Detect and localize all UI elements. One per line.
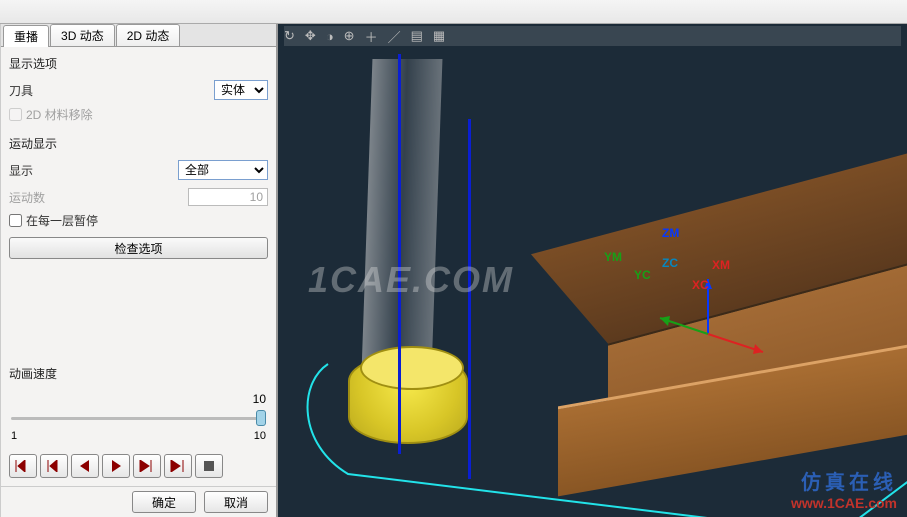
check-options-button[interactable]: 检查选项 bbox=[9, 237, 268, 259]
prev-icon bbox=[79, 460, 91, 472]
vt-icon: ＋ bbox=[365, 27, 378, 46]
axis-triad: ZM ZC YM YC XC XM bbox=[648, 274, 788, 377]
motion-count-label: 运动数 bbox=[9, 189, 45, 206]
watermark-right: 仿真在线 www.1CAE.com bbox=[791, 466, 897, 511]
axis-yc-label: YC bbox=[634, 268, 651, 282]
show-label: 显示 bbox=[9, 162, 33, 179]
tool-label: 刀具 bbox=[9, 82, 33, 99]
tab-3d-dynamic[interactable]: 3D 动态 bbox=[50, 24, 115, 46]
tab-replay[interactable]: 重播 bbox=[3, 25, 49, 47]
material-remove-2d-checkbox bbox=[9, 108, 22, 121]
anim-speed-title: 动画速度 bbox=[9, 363, 268, 384]
speed-top-value: 10 bbox=[253, 392, 266, 406]
stop-icon bbox=[204, 461, 214, 471]
3d-viewport[interactable]: ↻ ✥ ◑ ⊕ ＋ ／ ▤ ▦ bbox=[278, 24, 907, 517]
axis-ym-label: YM bbox=[604, 250, 622, 264]
watermark-center: 1CAE.COM bbox=[308, 259, 514, 301]
replay-panel: 重播 3D 动态 2D 动态 显示选项 刀具 实体 2D 材料移除 运动显示 bbox=[0, 24, 278, 517]
panel-tabs: 重播 3D 动态 2D 动态 bbox=[1, 24, 276, 46]
prev-key-icon bbox=[46, 460, 62, 472]
motion-count-input bbox=[188, 188, 268, 206]
speed-min: 1 bbox=[11, 430, 17, 442]
vt-icon: ▦ bbox=[433, 28, 445, 44]
panel-footer: 确定 取消 bbox=[1, 486, 276, 517]
app-toolbar bbox=[0, 0, 907, 24]
show-select[interactable]: 全部 bbox=[178, 160, 268, 180]
last-icon bbox=[170, 460, 186, 472]
axis-zm-label: ZM bbox=[662, 226, 679, 240]
watermark-cn: 仿真在线 bbox=[791, 466, 897, 495]
tool-axis-line bbox=[398, 54, 401, 454]
play-icon bbox=[110, 460, 122, 472]
vt-icon: ／ bbox=[388, 27, 401, 46]
speed-slider[interactable] bbox=[11, 408, 266, 428]
material-remove-2d: 2D 材料移除 bbox=[9, 106, 268, 123]
axis-zc-label: ZC bbox=[662, 256, 678, 270]
cancel-button[interactable]: 取消 bbox=[204, 491, 268, 513]
vt-icon: ⊕ bbox=[344, 28, 355, 44]
viewport-toolbar: ↻ ✥ ◑ ⊕ ＋ ／ ▤ ▦ bbox=[284, 26, 901, 46]
vt-icon: ◑ bbox=[326, 29, 334, 44]
vt-icon: ✥ bbox=[305, 28, 316, 44]
motion-display-title: 运动显示 bbox=[9, 133, 268, 154]
watermark-en: www.1CAE.com bbox=[791, 495, 897, 511]
stop-button[interactable] bbox=[195, 454, 223, 478]
tab-2d-dynamic[interactable]: 2D 动态 bbox=[116, 24, 181, 46]
next-icon bbox=[139, 460, 155, 472]
first-button[interactable] bbox=[9, 454, 37, 478]
speed-slider-thumb[interactable] bbox=[256, 410, 266, 426]
speed-slider-block: 10 1 10 bbox=[9, 388, 268, 446]
pause-each-layer-label: 在每一层暂停 bbox=[26, 212, 98, 229]
prev-button[interactable] bbox=[71, 454, 99, 478]
axis-xm-label: XM bbox=[712, 258, 730, 272]
last-button[interactable] bbox=[164, 454, 192, 478]
first-icon bbox=[15, 460, 31, 472]
material-remove-2d-label: 2D 材料移除 bbox=[26, 106, 93, 123]
playback-bar bbox=[9, 450, 268, 480]
display-options-title: 显示选项 bbox=[9, 53, 268, 74]
vt-icon: ▤ bbox=[411, 28, 423, 44]
pause-each-layer[interactable]: 在每一层暂停 bbox=[9, 212, 268, 229]
tool-cutter bbox=[348, 354, 468, 444]
axis-xc-label: XC bbox=[692, 278, 709, 292]
next-button[interactable] bbox=[133, 454, 161, 478]
prev-key-button[interactable] bbox=[40, 454, 68, 478]
vt-icon: ↻ bbox=[284, 28, 295, 44]
play-button[interactable] bbox=[102, 454, 130, 478]
pause-each-layer-checkbox[interactable] bbox=[9, 214, 22, 227]
ok-button[interactable]: 确定 bbox=[132, 491, 196, 513]
tool-select[interactable]: 实体 bbox=[214, 80, 268, 100]
triad-icon bbox=[648, 274, 788, 374]
speed-max: 10 bbox=[254, 430, 266, 442]
